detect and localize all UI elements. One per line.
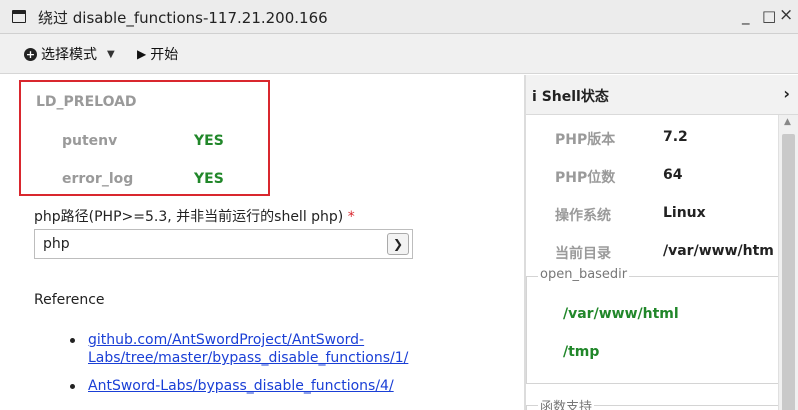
php-path-select[interactable]: php ❯ [34, 229, 413, 259]
info-key-os: 操作系统 [555, 208, 611, 224]
ld-preload-title: LD_PRELOAD [36, 94, 137, 110]
open-basedir-dir: /tmp [563, 344, 600, 360]
php-path-value: php [43, 236, 70, 252]
window-icon [12, 10, 26, 23]
chevron-right-icon[interactable]: › [783, 84, 790, 103]
open-basedir-dir: /var/www/html [563, 306, 679, 322]
options-panel: LD_PRELOAD putenv YES error_log YES php路… [0, 75, 525, 410]
function-name-error-log: error_log [62, 171, 134, 187]
info-value-os: Linux [663, 205, 706, 221]
shell-status-header[interactable]: i Shell状态 › [526, 75, 798, 115]
reference-list-item: github.com/AntSwordProject/AntSword-Labs… [70, 331, 418, 367]
info-key-php-bits: PHP位数 [555, 170, 616, 186]
title-bar: 绕过 disable_functions-117.21.200.166 _ □ … [0, 0, 798, 34]
fieldset-border [526, 405, 527, 410]
info-value-current-dir: /var/www/htm [663, 243, 774, 259]
reference-link-2[interactable]: AntSword-Labs/bypass_disable_functions/4… [88, 377, 418, 395]
reference-label: Reference [34, 292, 105, 308]
info-value-php-bits: 64 [663, 167, 683, 183]
close-button[interactable]: × [779, 5, 793, 25]
start-button[interactable]: ▶ 开始 [137, 44, 178, 64]
minimize-button[interactable]: _ [742, 6, 750, 26]
info-key-current-dir: 当前目录 [555, 246, 611, 262]
info-value-php-version: 7.2 [663, 129, 688, 145]
maximize-button[interactable]: □ [762, 6, 776, 26]
function-name-putenv: putenv [62, 133, 118, 149]
info-icon: i [532, 89, 542, 105]
info-key-php-version: PHP版本 [555, 132, 616, 148]
reference-list-item: AntSword-Labs/bypass_disable_functions/4… [70, 377, 418, 395]
scrollbar[interactable]: ▲ [778, 115, 798, 410]
reference-link-1[interactable]: github.com/AntSwordProject/AntSword-Labs… [88, 331, 418, 367]
shell-status-panel: i Shell状态 › PHP版本 7.2 PHP位数 64 操作系统 Linu… [526, 75, 798, 410]
plus-circle-icon: + [24, 47, 37, 61]
chevron-down-icon[interactable]: ❯ [387, 233, 409, 255]
select-mode-dropdown[interactable]: + 选择模式 ▼ [24, 44, 115, 64]
open-basedir-legend: open_basedir [538, 267, 630, 282]
php-path-label: php路径(PHP>=5.3, 并非当前运行的shell php) * [34, 206, 355, 226]
bullet-icon [70, 338, 75, 343]
php-path-label-text: php路径(PHP>=5.3, 并非当前运行的shell php) [34, 209, 344, 225]
scroll-up-icon[interactable]: ▲ [784, 117, 791, 127]
fieldset-border [526, 276, 527, 384]
scrollbar-thumb[interactable] [782, 134, 795, 410]
window-title: 绕过 disable_functions-117.21.200.166 [38, 9, 328, 27]
function-status-error-log: YES [194, 171, 224, 187]
toolbar: + 选择模式 ▼ ▶ 开始 [0, 34, 798, 74]
required-mark: * [347, 209, 355, 225]
play-icon: ▶ [137, 47, 147, 61]
functions-legend: 函数支持 [538, 396, 595, 410]
fieldset-border [526, 383, 778, 384]
caret-down-icon: ▼ [107, 48, 115, 60]
bullet-icon [70, 384, 75, 389]
select-mode-label: 选择模式 [41, 47, 97, 63]
function-status-putenv: YES [194, 133, 224, 149]
shell-status-title-text: Shell状态 [541, 89, 609, 105]
shell-status-title: i Shell状态 [532, 86, 609, 106]
start-label: 开始 [150, 47, 179, 63]
